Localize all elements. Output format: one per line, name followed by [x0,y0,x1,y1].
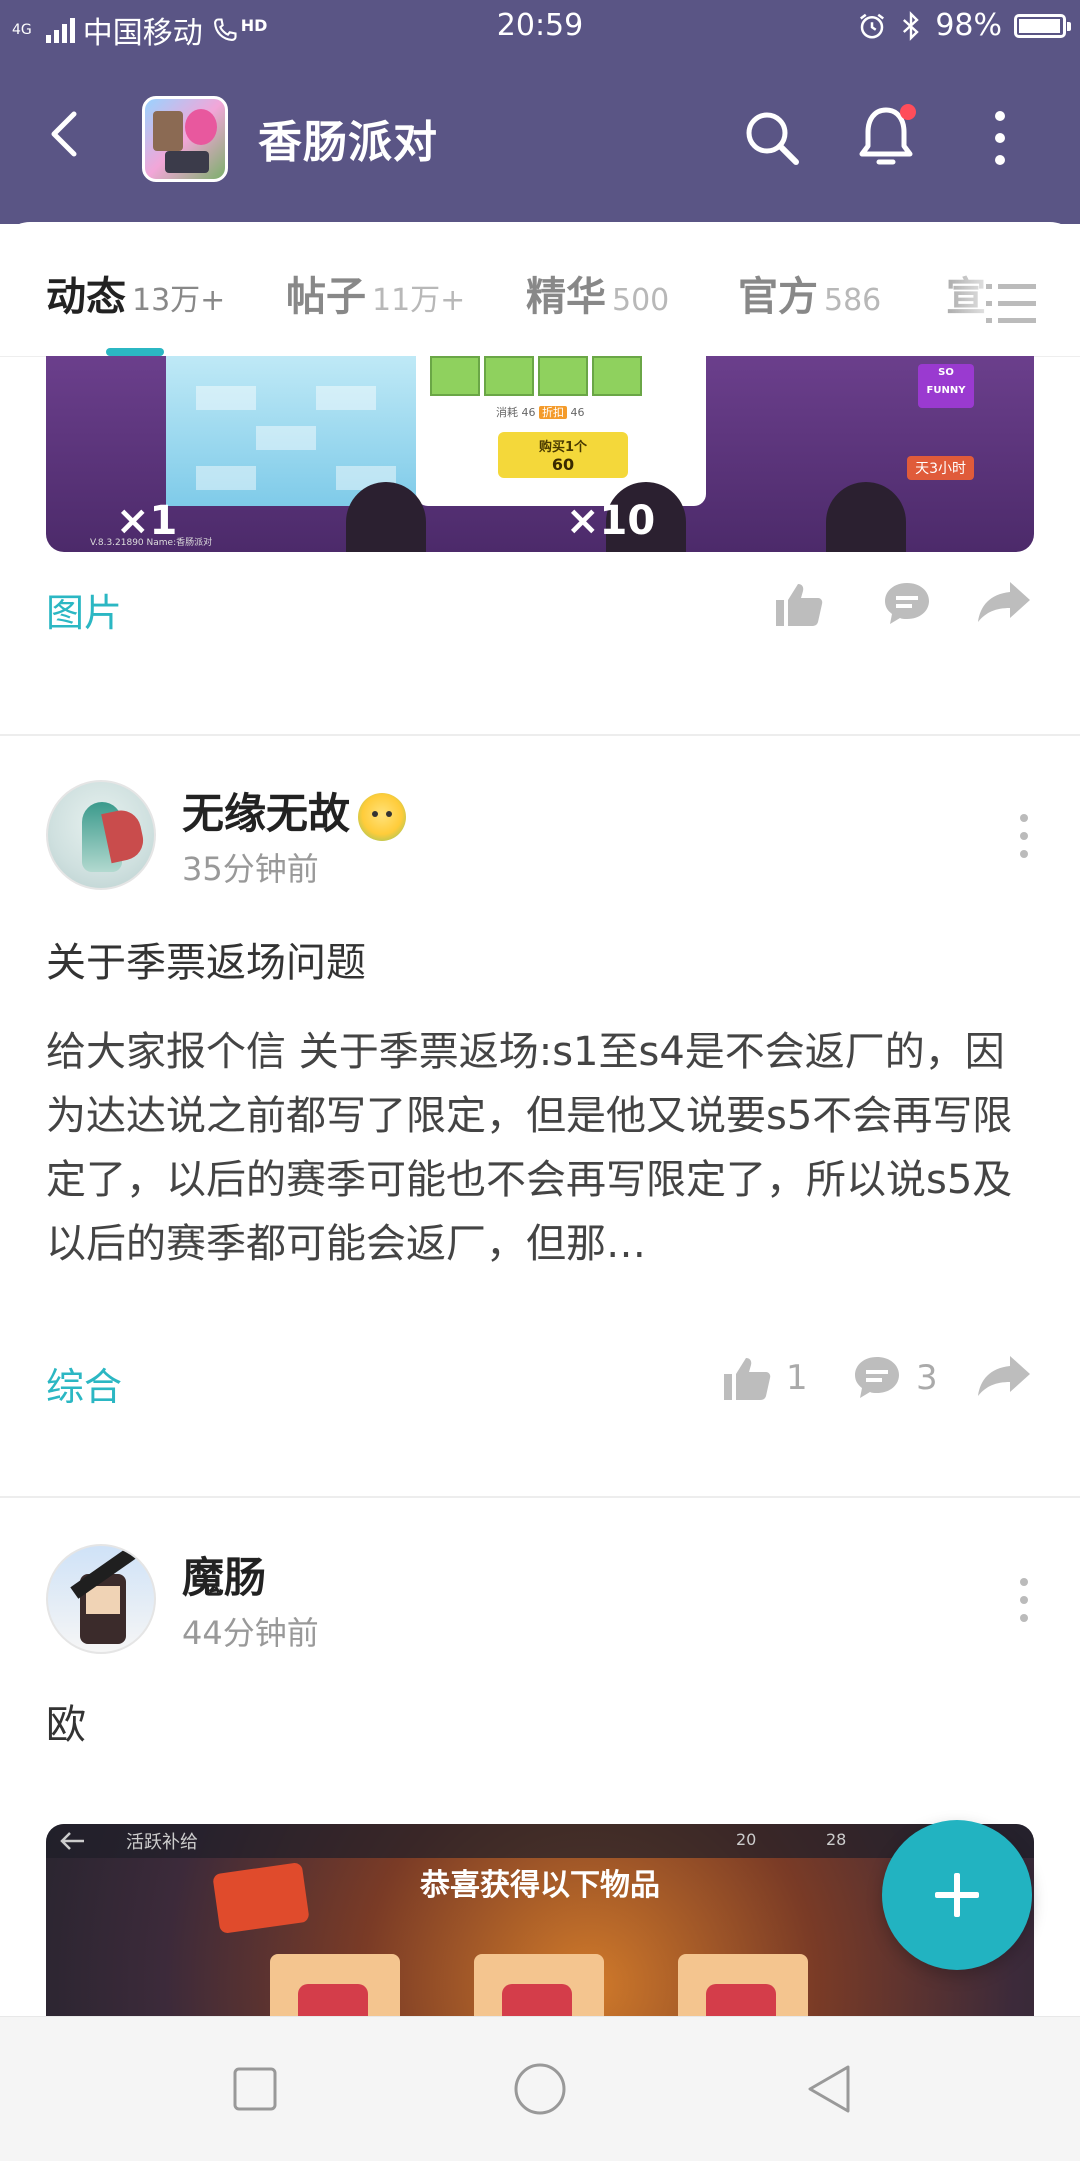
tab-dynamics[interactable]: 动态 13万+ [46,264,225,322]
thumbs-up-icon [776,584,823,626]
share-icon [978,1356,1030,1396]
image-multiplier: ×10 [566,498,656,544]
comment-button[interactable]: 3 [852,1354,938,1402]
tab-count: 13万+ [132,283,226,318]
post-divider [0,1496,1080,1498]
post-category[interactable]: 综合 [46,1356,122,1411]
image-count: 28 [826,1830,847,1849]
image-shop-panel: 消耗 46 折扣 46 购买1个 60 [416,356,706,506]
user-badge-icon [358,792,407,841]
system-nav-bar [0,2016,1080,2161]
battery-percent: 98% [935,8,1002,43]
app-header: 香肠派对 [0,56,1080,224]
post-title[interactable]: 欧 [46,1692,86,1750]
comment-icon [855,1357,899,1398]
game-icon-art [185,109,217,145]
more-vertical-icon[interactable] [982,108,1018,168]
image-cost-text: 消耗 46 折扣 46 [496,406,585,419]
thumbs-up-icon [724,1358,771,1400]
back-arrow-icon[interactable] [40,108,92,160]
notification-button[interactable] [854,102,918,172]
battery-fill [1019,18,1061,33]
tab-label: 动态 [46,274,126,320]
feed[interactable]: 消耗 46 折扣 46 购买1个 60 ×1 ×10 V.8.3.21890 N… [0,356,1080,2016]
more-vertical-icon[interactable] [1012,1574,1036,1626]
page-title: 香肠派对 [258,117,438,168]
image-version-text: V.8.3.21890 Name:香肠派对 [90,538,213,548]
post-body[interactable]: 给大家报个信 关于季票返场:s1至s4是不会返厂的，因为达达说之前都写了限定，但… [46,1020,1036,1276]
share-button[interactable] [976,1354,1032,1398]
post-divider [0,734,1080,736]
post-header: 无缘无故 35分钟前 [0,780,1080,900]
game-icon-art [153,111,183,151]
image-topbar: 活跃补给 20 28 [46,1824,1034,1858]
tab-label: 帖子 [286,274,366,320]
comment-button[interactable] [882,580,932,628]
post-title[interactable]: 关于季票返场问题 [46,930,366,988]
post-time: 44分钟前 [182,1614,319,1652]
image-reward-item [474,1954,604,2016]
active-tab-indicator [106,348,164,356]
bluetooth-icon [903,10,920,41]
tab-count: 500 [612,283,670,318]
recent-apps-icon[interactable] [223,2057,287,2121]
tab-list-icon[interactable] [986,282,1036,326]
comment-icon [885,583,929,624]
share-icon [978,582,1030,622]
tab-count: 11万+ [372,283,466,318]
tab-official[interactable]: 官方 586 [738,264,881,322]
status-bar: 4G 中国移动 HD 20:59 98% [0,0,1080,56]
tab-count: 586 [824,283,882,318]
share-button[interactable] [976,580,1032,624]
create-post-button[interactable] [882,1820,1032,1970]
tab-label: 官方 [738,274,818,320]
image-back-arrow-icon [60,1832,84,1850]
username[interactable]: 魔肠 [182,1544,266,1605]
more-vertical-icon[interactable] [1012,810,1036,862]
like-button[interactable]: 1 [722,1354,808,1402]
image-corner-label: SO FUNNY [918,364,974,408]
back-triangle-icon[interactable] [798,2057,862,2121]
image-reward-item [678,1954,808,2016]
alarm-icon [860,13,885,38]
tab-featured[interactable]: 精华 500 [526,264,669,322]
image-count: 20 [736,1830,757,1849]
image-topbar-label: 活跃补给 [126,1832,198,1853]
username[interactable]: 无缘无故 [182,780,407,841]
avatar[interactable] [46,1544,156,1654]
post-header: 魔肠 44分钟前 [0,1544,1080,1664]
post-image[interactable]: 消耗 46 折扣 46 购买1个 60 ×1 ×10 V.8.3.21890 N… [46,356,1034,552]
image-buy-button: 购买1个 60 [498,432,628,478]
home-icon[interactable] [508,2057,572,2121]
tab-bar: 动态13万+ 帖子11万+ 精华500 官方586 宣 [0,222,1080,357]
notification-dot [900,104,916,120]
like-button[interactable] [774,580,824,628]
game-icon[interactable] [142,96,228,182]
comment-count: 3 [916,1358,938,1398]
image-timer-text: 天3小时 [907,456,974,480]
status-right: 98% [857,8,1071,43]
tab-label: 精华 [526,274,606,320]
post-footer: 综合 1 3 [0,1338,1080,1418]
tab-posts[interactable]: 帖子 11万+ [286,264,465,322]
post-category[interactable]: 图片 [46,582,122,637]
image-reward-item [270,1954,400,2016]
search-icon[interactable] [742,108,802,168]
avatar[interactable] [46,780,156,890]
like-count: 1 [786,1358,808,1398]
battery-icon [1014,13,1071,38]
post-time: 35分钟前 [182,850,319,888]
game-icon-art [165,151,209,173]
post-footer: 图片 [0,564,1080,644]
